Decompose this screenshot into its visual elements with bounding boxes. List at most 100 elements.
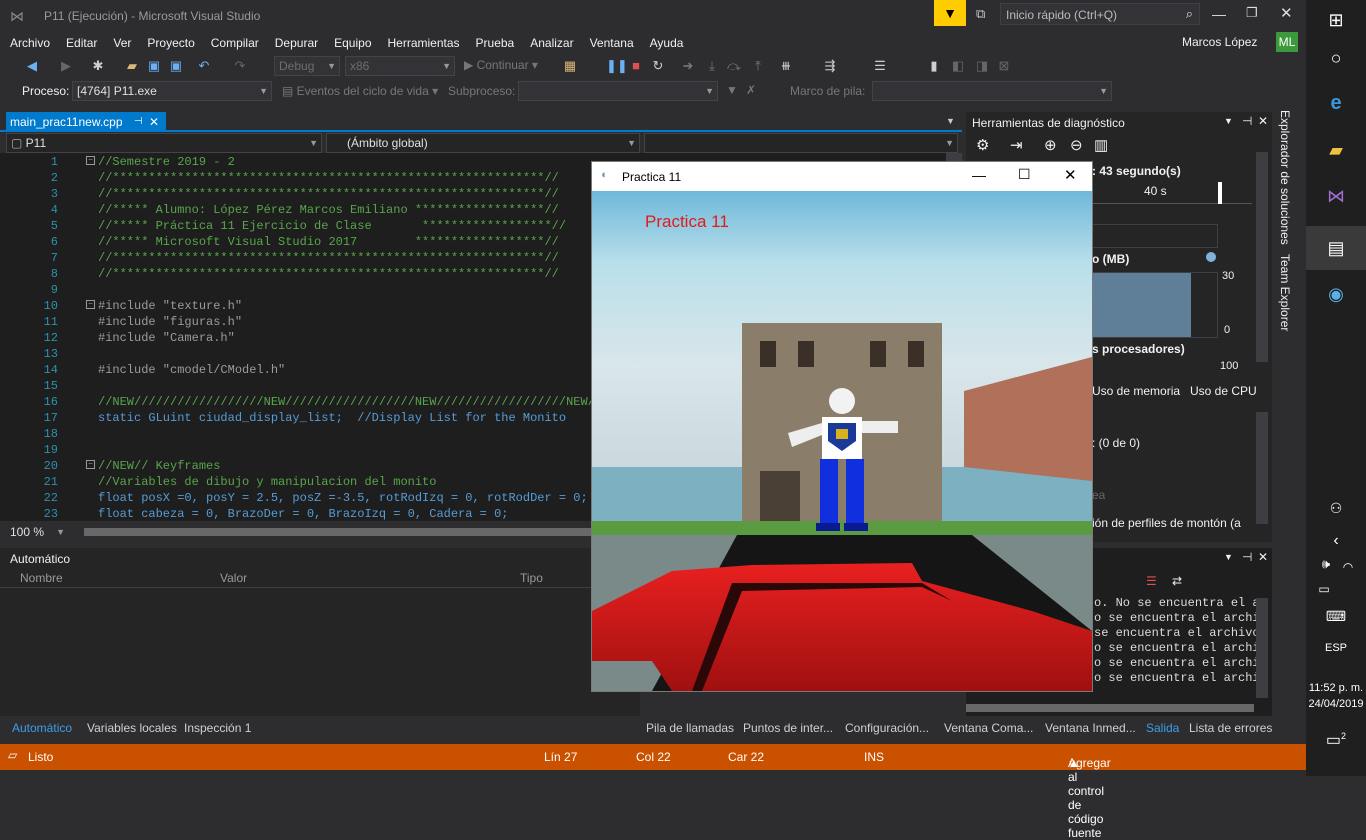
menu-equipo[interactable]: Equipo xyxy=(326,34,379,52)
diag-scrollbar[interactable] xyxy=(1256,152,1268,362)
thread-select[interactable]: ▼ xyxy=(518,81,718,101)
filter-icon[interactable]: ▼ xyxy=(934,0,966,26)
close-tab-icon[interactable]: ✕ xyxy=(149,112,159,132)
windows-start-icon[interactable]: ⊞ xyxy=(1306,10,1366,31)
zoom-in-icon[interactable]: ⊕ xyxy=(1044,136,1057,154)
close-icon[interactable]: ✕ xyxy=(1258,114,1268,128)
scope-select[interactable]: (Ámbito global) ▼ xyxy=(326,133,640,153)
step-out-icon[interactable]: ⤒ xyxy=(750,58,766,74)
restore-button[interactable]: ❐ xyxy=(1246,5,1258,21)
tab-main-prac11new[interactable]: main_prac11new.cpp ⊣ ✕ xyxy=(6,112,166,132)
menu-depurar[interactable]: Depurar xyxy=(267,34,326,52)
code-line[interactable]: //**************************************… xyxy=(98,170,559,186)
code-line[interactable]: //***** Microsoft Visual Studio 2017 ***… xyxy=(98,234,559,250)
tab-overflow-icon[interactable]: ▼ xyxy=(946,116,955,126)
flag-threads-icon[interactable]: ✗ xyxy=(746,83,756,97)
forward-icon[interactable]: ▶ xyxy=(58,58,74,74)
team-explorer-tab[interactable]: Team Explorer xyxy=(1278,254,1292,331)
heap-profiling[interactable]: ión de perfiles de montón (a xyxy=(1092,516,1241,530)
lifecycle-events-button[interactable]: ▤ Eventos del ciclo de vida ▾ xyxy=(282,84,438,98)
timeline-ruler[interactable]: 40 s xyxy=(1092,182,1252,204)
diag-tab-cpu[interactable]: Uso de CPU xyxy=(1190,384,1257,398)
new-project-icon[interactable]: ✱ xyxy=(90,58,106,74)
menu-editar[interactable]: Editar xyxy=(58,34,105,52)
code-line[interactable]: //**************************************… xyxy=(98,186,559,202)
restart-icon[interactable]: ↻ xyxy=(650,58,666,74)
code-line[interactable]: //Semestre 2019 - 2 xyxy=(98,154,235,170)
close-icon[interactable]: ✕ xyxy=(1258,550,1268,564)
menu-ver[interactable]: Ver xyxy=(105,34,139,52)
app-maximize-button[interactable]: ☐ xyxy=(1018,166,1031,183)
tab-lista-errores[interactable]: Lista de errores xyxy=(1189,721,1272,735)
diag-lower-scrollbar[interactable] xyxy=(1256,412,1268,524)
tab-ventana-inmediato[interactable]: Ventana Inmed... xyxy=(1045,721,1136,735)
visual-studio-icon[interactable]: ⋈ xyxy=(1306,186,1366,207)
code-line[interactable]: //***** Alumno: López Pérez Marcos Emili… xyxy=(98,202,559,218)
export-icon[interactable]: ⇥ xyxy=(1010,136,1023,154)
quick-launch-input[interactable]: Inicio rápido (Ctrl+Q) ⌕ xyxy=(1000,3,1200,25)
process-icon[interactable]: ▦ xyxy=(562,58,578,74)
tab-variables-locales[interactable]: Variables locales xyxy=(87,721,177,735)
hex-icon[interactable]: ⧻ xyxy=(778,58,794,74)
col-tipo[interactable]: Tipo xyxy=(520,571,543,585)
save-icon[interactable]: ▣ xyxy=(146,58,162,74)
pause-icon[interactable]: ❚❚ xyxy=(606,58,628,74)
threads-icon[interactable]: ⇶ xyxy=(822,58,838,74)
wifi-icon[interactable]: ◠ xyxy=(1318,560,1366,574)
clock-date[interactable]: 24/04/2019 xyxy=(1306,698,1366,710)
tab-automatico[interactable]: Automático xyxy=(12,721,72,735)
menu-archivo[interactable]: Archivo xyxy=(0,34,58,52)
menu-compilar[interactable]: Compilar xyxy=(203,34,267,52)
clock-time[interactable]: 11:52 p. m. xyxy=(1306,682,1366,694)
people-icon[interactable]: ⚇ xyxy=(1306,500,1366,517)
code-line[interactable]: static GLuint ciudad_display_list; //Dis… xyxy=(98,410,566,426)
process-select[interactable]: [4764] P11.exe ▼ xyxy=(72,81,272,101)
step-over-icon[interactable]: ⤼ xyxy=(726,58,742,74)
keyboard-icon[interactable]: ⌨ xyxy=(1306,608,1366,625)
show-next-icon[interactable]: ➜ xyxy=(680,58,696,74)
feedback-icon[interactable]: ⧉ xyxy=(976,6,985,22)
stop-icon[interactable]: ■ xyxy=(628,58,644,74)
cortana-icon[interactable]: ○ xyxy=(1306,48,1366,69)
code-line[interactable]: //NEW//////////////////NEW//////////////… xyxy=(98,394,616,410)
pin-icon[interactable]: ⊣ xyxy=(134,112,143,132)
user-avatar[interactable]: ML xyxy=(1276,32,1298,52)
minimize-button[interactable]: — xyxy=(1212,6,1226,22)
filter-threads-icon[interactable]: ▼ xyxy=(726,83,738,97)
outline-collapse-1[interactable]: − xyxy=(86,156,95,165)
code-line[interactable]: #include "Camera.h" xyxy=(98,330,235,346)
platform-select[interactable]: x86 ▼ xyxy=(345,56,455,76)
solution-explorer-tab[interactable]: Explorador de soluciones xyxy=(1278,110,1292,245)
code-line[interactable]: float posX =0, posY = 2.5, posZ =-3.5, r… xyxy=(98,490,609,506)
back-icon[interactable]: ◀ xyxy=(24,58,40,74)
tab-configuracion[interactable]: Configuración... xyxy=(845,721,929,735)
continue-button[interactable]: ▶ Continuar ▾ xyxy=(464,58,538,72)
pin-icon[interactable]: ⊣ xyxy=(1242,114,1252,128)
close-button[interactable]: ✕ xyxy=(1280,4,1293,22)
language-indicator[interactable]: ESP xyxy=(1306,642,1366,654)
code-line[interactable]: //**************************************… xyxy=(98,250,559,266)
breakpoint-icon[interactable]: ☰ xyxy=(872,58,888,74)
app-minimize-button[interactable]: — xyxy=(972,167,986,183)
save-all-icon[interactable]: ▣ xyxy=(168,58,184,74)
code-line[interactable]: float cabeza = 0, BrazoDer = 0, BrazoIzq… xyxy=(98,506,508,522)
menu-ventana[interactable]: Ventana xyxy=(582,34,642,52)
tab-ventana-comandos[interactable]: Ventana Coma... xyxy=(944,721,1033,735)
app-close-button[interactable]: ✕ xyxy=(1064,166,1077,184)
code-line[interactable]: //**************************************… xyxy=(98,266,559,282)
pin-icon[interactable]: ⊣ xyxy=(1242,550,1252,564)
step-into-icon[interactable]: ⤓ xyxy=(704,58,720,74)
col-nombre[interactable]: Nombre xyxy=(20,571,63,585)
code-line[interactable]: #include "cmodel/CModel.h" xyxy=(98,362,285,378)
output-menu-icon[interactable]: ▼ xyxy=(1224,552,1233,562)
project-select[interactable]: ▢ P11 ▼ xyxy=(6,133,322,153)
menu-analizar[interactable]: Analizar xyxy=(522,34,581,52)
paint-icon[interactable]: ◉ xyxy=(1306,284,1366,305)
code-line[interactable]: //NEW// Keyframes xyxy=(98,458,220,474)
panel-menu-icon[interactable]: ▼ xyxy=(1224,116,1233,126)
clear-bookmark-icon[interactable]: ⊠ xyxy=(996,58,1012,74)
chevron-left-icon[interactable]: ‹ xyxy=(1306,532,1366,550)
settings-icon[interactable]: ⚙ xyxy=(976,136,989,154)
prev-bookmark-icon[interactable]: ◧ xyxy=(950,58,966,74)
outline-collapse-10[interactable]: − xyxy=(86,300,95,309)
